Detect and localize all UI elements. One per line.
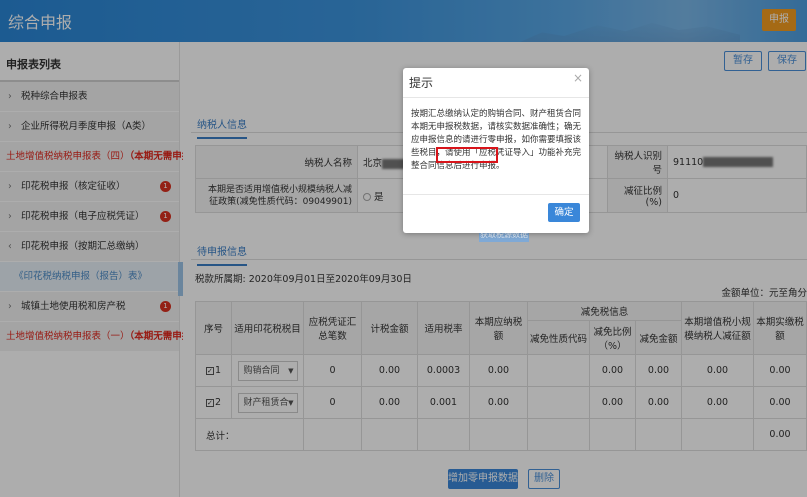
confirm-button[interactable]: 确定 — [548, 203, 580, 222]
close-icon[interactable]: × — [573, 71, 583, 85]
dialog-footer: 确定 — [403, 194, 589, 233]
highlight-box — [436, 147, 498, 163]
prompt-dialog: 提示 × 按期汇总缴纳认定的购销合同、财产租赁合同本期无申报税数据，请核实数据准… — [403, 68, 589, 233]
dialog-title: 提示 — [403, 68, 589, 98]
